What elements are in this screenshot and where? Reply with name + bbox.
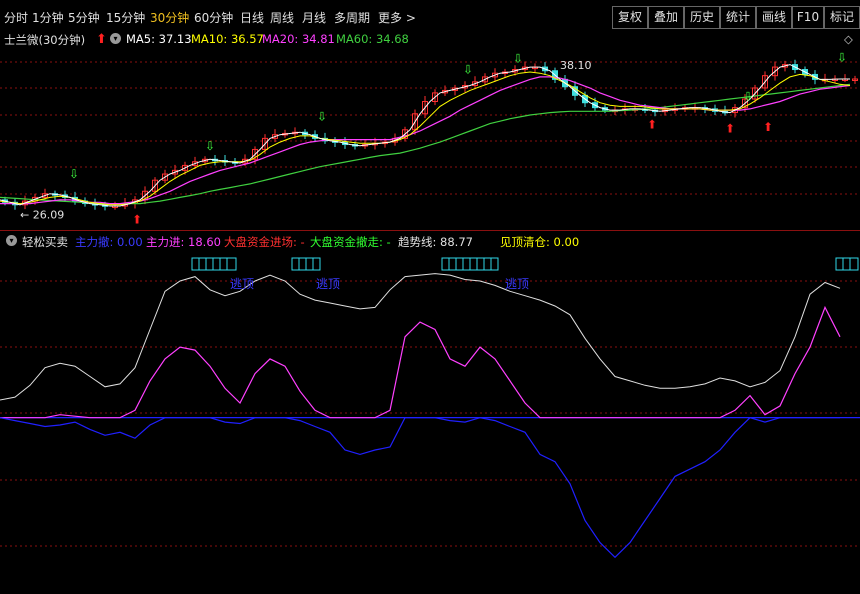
chevron-right-icon: > (405, 11, 416, 25)
ma10-line (0, 71, 851, 206)
ma60-label: MA60: 34.68 (336, 32, 409, 46)
tab-monthly[interactable]: 月线 (302, 9, 326, 26)
price-chart[interactable]: ⇩ ⇩ ⇩ ⇩ ⇩ ⇩ ⇩ ⬆ ⬆ ⬆ ⬆ 38.10 ← 26.09 (0, 48, 860, 230)
tab-weekly[interactable]: 周线 (270, 9, 294, 26)
indicator-legend: ▾ 轻松买卖 主力撤: 0.00 主力进: 18.60 大盘资金进场: - 大盘… (0, 234, 860, 250)
high-price-label: 38.10 (560, 59, 592, 72)
main-enter-label: 主力进: 18.60 (146, 235, 221, 249)
f10-button[interactable]: F10 (792, 6, 824, 29)
history-button[interactable]: 历史 (684, 6, 720, 29)
stock-chart-window: 分时 1分钟 5分钟 15分钟 30分钟 60分钟 日线 周线 月线 多周期 更… (0, 0, 860, 594)
sell-arrow-icon: ⇩ (463, 63, 473, 77)
top-signal-label: 逃顶 (316, 277, 340, 291)
buy-arrow-icon: ⬆ (132, 212, 142, 226)
adjust-button[interactable]: 复权 (612, 6, 648, 29)
ma20-label: MA20: 34.81 (262, 32, 335, 46)
sell-arrow-icon: ⇩ (69, 167, 79, 181)
ma20-line (0, 76, 851, 205)
draw-line-button[interactable]: 画线 (756, 6, 792, 29)
indicator-name[interactable]: 轻松买卖 (22, 234, 68, 250)
main-legend: 士兰微(30分钟) ⬆ ▾ MA5: 37.13 MA10: 36.57 MA2… (0, 32, 860, 48)
ma10-label: MA10: 36.57 (191, 32, 264, 46)
tab-more[interactable]: 更多 > (378, 9, 416, 26)
low-price-label: ← 26.09 (20, 209, 64, 222)
sell-arrow-icon: ⇩ (743, 90, 753, 104)
market-fund-in-label: 大盘资金进场: - (224, 235, 305, 249)
tab-multi-period[interactable]: 多周期 (334, 9, 370, 26)
main-retreat-line (0, 417, 840, 559)
tab-fenshi[interactable]: 分时 (4, 9, 28, 26)
trend-line (0, 273, 841, 401)
buy-arrow-icon: ⬆ (647, 118, 657, 132)
buy-arrow-icon: ⬆ (763, 120, 773, 134)
up-arrow-icon: ⬆ (96, 32, 107, 47)
market-fund-out-label: 大盘资金撤走: - (310, 235, 391, 249)
sell-arrow-icon: ⇩ (513, 52, 523, 66)
ma5-label: MA5: 37.13 (126, 32, 192, 46)
top-signal-label: 逃顶 (505, 277, 529, 291)
indicator-chart[interactable]: 逃顶 逃顶 逃顶 (0, 250, 860, 594)
trend-line-label: 趋势线: 88.77 (398, 235, 473, 249)
sell-arrow-icon: ⇩ (205, 139, 215, 153)
top-signal-label: 逃顶 (230, 277, 254, 291)
tab-5min[interactable]: 5分钟 (68, 9, 100, 26)
indicator-dropdown-icon[interactable]: ▾ (6, 235, 17, 246)
tab-15min[interactable]: 15分钟 (106, 9, 145, 26)
dropdown-icon[interactable]: ▾ (110, 33, 121, 44)
overlay-button[interactable]: 叠加 (648, 6, 684, 29)
top-signal-box (835, 257, 859, 271)
pane-divider (0, 230, 860, 231)
ma5-line (0, 64, 850, 207)
period-toolbar: 分时 1分钟 5分钟 15分钟 30分钟 60分钟 日线 周线 月线 多周期 更… (0, 6, 860, 29)
tab-60min[interactable]: 60分钟 (194, 9, 233, 26)
statistics-button[interactable]: 统计 (720, 6, 756, 29)
diamond-icon[interactable]: ◇ (844, 32, 853, 46)
tab-30min[interactable]: 30分钟 (150, 9, 189, 26)
top-clear-label: 见顶清仓: 0.00 (500, 235, 580, 249)
main-retreat-label: 主力撤: 0.00 (75, 235, 143, 249)
mark-button[interactable]: 标记 (824, 6, 860, 29)
buy-arrow-icon: ⬆ (725, 121, 735, 135)
tab-daily[interactable]: 日线 (240, 9, 264, 26)
stock-title[interactable]: 士兰微(30分钟) (4, 32, 85, 48)
tab-1min[interactable]: 1分钟 (32, 9, 64, 26)
main-enter-line (0, 305, 841, 419)
sell-arrow-icon: ⇩ (317, 109, 327, 123)
sell-arrow-icon: ⇩ (837, 50, 847, 64)
more-label: 更多 (378, 11, 403, 25)
